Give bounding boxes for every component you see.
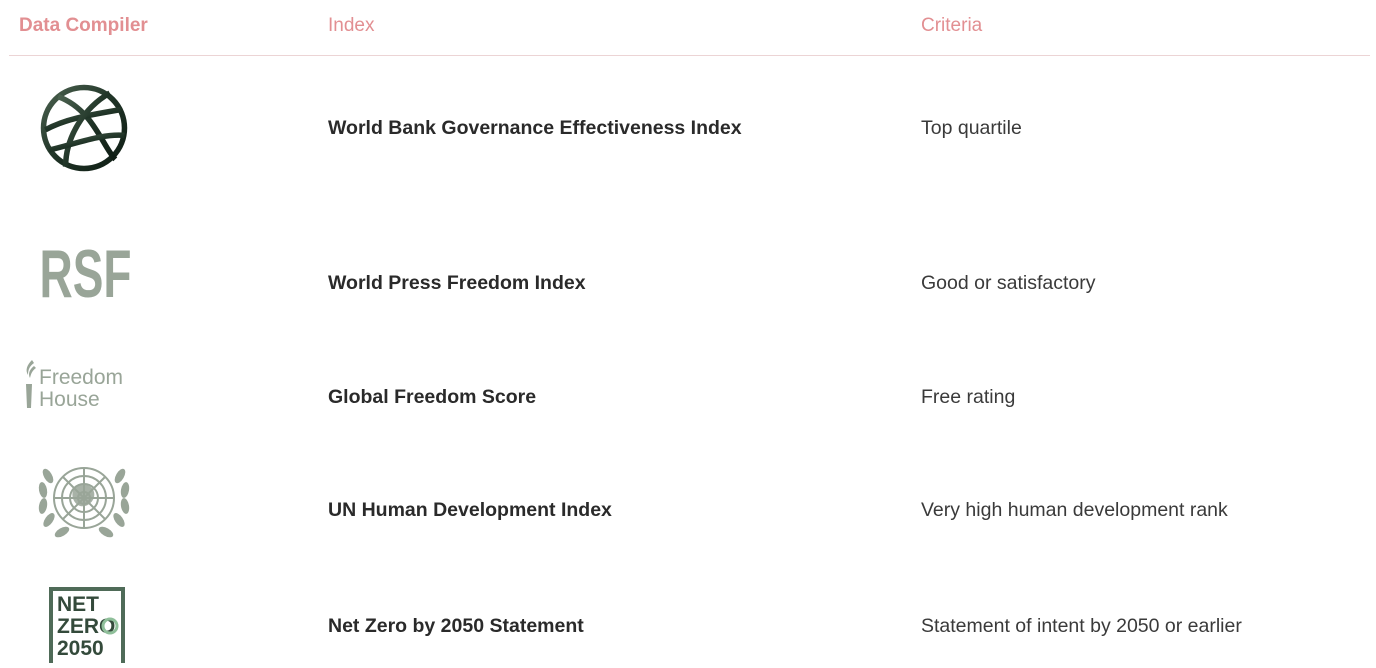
criteria-text: Very high human development rank: [921, 499, 1228, 521]
table-row: UN Human Development Index Very high hum…: [0, 452, 1376, 562]
index-name: World Press Freedom Index: [328, 272, 586, 294]
un-emblem-icon: [34, 456, 134, 551]
rsf-logo-text: RSF: [40, 242, 132, 300]
table-row: World Bank Governance Effectiveness Inde…: [0, 72, 1376, 202]
index-name: World Bank Governance Effectiveness Inde…: [328, 117, 742, 139]
criteria-text: Statement of intent by 2050 or earlier: [921, 615, 1242, 637]
net-zero-2050-logo: NET ZERO 2050: [49, 587, 125, 668]
net-zero-text-line1: NET: [57, 593, 99, 616]
index-name: Net Zero by 2050 Statement: [328, 615, 584, 637]
header-criteria: Criteria: [921, 15, 983, 36]
header-data-compiler: Data Compiler: [19, 15, 148, 36]
rsf-logo: RSF: [39, 236, 132, 312]
table-row: RSF World Press Freedom Index Good or sa…: [0, 232, 1376, 332]
header-index: Index: [328, 15, 375, 36]
header-divider: [9, 55, 1370, 56]
freedom-house-text-line2: House: [39, 388, 100, 411]
table-row: NET ZERO 2050 Net Zero by 2050 Statement…: [0, 582, 1376, 668]
world-bank-globe-icon: [38, 82, 130, 179]
net-zero-text-line3: 2050: [57, 637, 104, 660]
freedom-house-text-line1: Freedom: [39, 366, 123, 389]
criteria-text: Free rating: [921, 386, 1016, 408]
table-row: Freedom House Global Freedom Score Free …: [0, 352, 1376, 452]
criteria-text: Top quartile: [921, 117, 1022, 139]
criteria-text: Good or satisfactory: [921, 272, 1096, 294]
index-name: UN Human Development Index: [328, 499, 612, 521]
index-name: Global Freedom Score: [328, 386, 537, 408]
freedom-house-logo: Freedom House: [20, 358, 150, 412]
